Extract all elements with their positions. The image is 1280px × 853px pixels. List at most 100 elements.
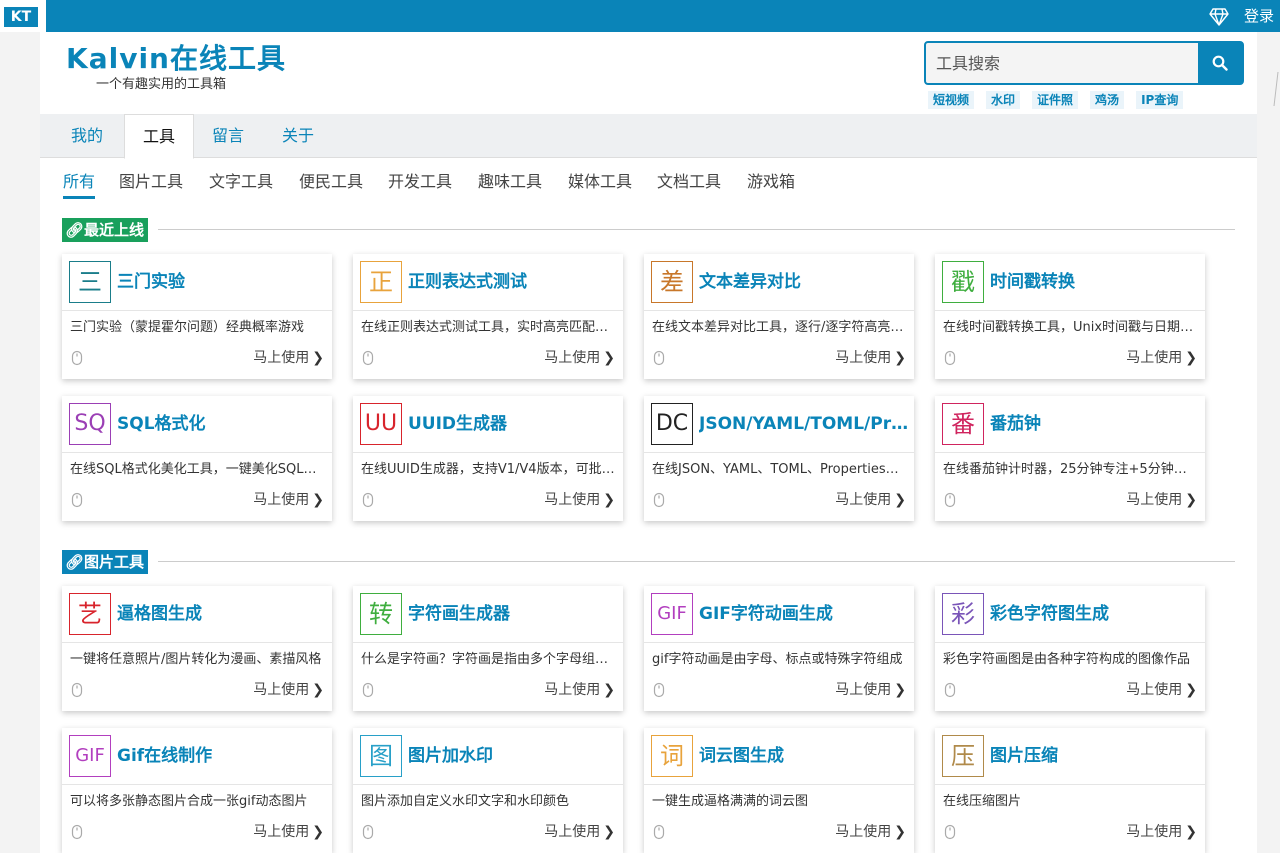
use-now-label: 马上使用 xyxy=(544,350,601,366)
hot-tag[interactable]: 证件照 xyxy=(1032,91,1079,109)
hot-tag[interactable]: 鸡汤 xyxy=(1090,91,1125,109)
tool-card[interactable]: 差文本差异对比在线文本差异对比工具，逐行/逐字符高亮显示马上使用 ❯ xyxy=(644,254,914,379)
category-fun-tools[interactable]: 趣味工具 xyxy=(478,170,542,194)
tool-card[interactable]: 三三门实验三门实验（蒙提霍尔问题）经典概率游戏马上使用 ❯ xyxy=(62,254,332,379)
use-now-button[interactable]: 马上使用 ❯ xyxy=(544,822,615,842)
use-now-button[interactable]: 马上使用 ❯ xyxy=(835,680,906,700)
tool-card[interactable]: 彩彩色字符图生成 彩色字符画图是由各种字符构成的图像作品 马上使用 ❯ xyxy=(935,586,1205,711)
tool-title[interactable]: 彩色字符图生成 xyxy=(990,602,1200,626)
tool-title[interactable]: 词云图生成 xyxy=(699,744,909,768)
use-now-button[interactable]: 马上使用 ❯ xyxy=(1126,348,1197,368)
hot-tag[interactable]: 短视频 xyxy=(928,91,975,109)
category-image-tools[interactable]: 图片工具 xyxy=(119,170,183,194)
tool-card[interactable]: UU UUID生成器 在线UUID生成器，支持V1/V4版本，可批量生成 马上使用 ❯ xyxy=(353,396,623,521)
use-now-button[interactable]: 马上使用 ❯ xyxy=(835,348,906,368)
tool-icon-text: 戳 xyxy=(951,268,975,296)
tool-card-header: GIF GIF字符动画生成 xyxy=(644,586,914,643)
use-now-button[interactable]: 马上使用 ❯ xyxy=(835,490,906,510)
use-now-button[interactable]: 马上使用 ❯ xyxy=(544,490,615,510)
tool-card[interactable]: GIF GIF字符动画生成 gif字符动画是由字母、标点或特殊字符组成 马上使用 ❯ xyxy=(644,586,914,711)
chevron-right-icon: ❯ xyxy=(312,350,324,366)
category-text-tools[interactable]: 文字工具 xyxy=(209,170,273,194)
tool-card-header: 戳时间戳转换 xyxy=(935,254,1205,311)
tool-card[interactable]: 艺逼格图生成 一键将任意照片/图片转化为漫画、素描风格 马上使用 ❯ xyxy=(62,586,332,711)
tool-card[interactable]: 转字符画生成器 什么是字符画？字符画是指由多个字母组成的图 马上使用 ❯ xyxy=(353,586,623,711)
tool-title[interactable]: Gif在线制作 xyxy=(117,744,327,768)
tool-card[interactable]: 词词云图生成 一键生成逼格满满的词云图 马上使用 ❯ xyxy=(644,728,914,853)
tool-card[interactable]: 压图片压缩 在线压缩图片 马上使用 ❯ xyxy=(935,728,1205,853)
section-header: 🔗︎图片工具 xyxy=(62,550,1235,574)
tool-card[interactable]: SQ SQL格式化 在线SQL格式化美化工具，一键美化SQL语句 马上使用 ❯ xyxy=(62,396,332,521)
tool-card[interactable]: DC JSON/YAML/TOML/Properties转换在线JSON、YAML… xyxy=(644,396,914,521)
tool-icon: 三 xyxy=(69,261,111,303)
diamond-icon[interactable] xyxy=(1209,8,1229,26)
tool-title[interactable]: SQL格式化 xyxy=(117,412,327,436)
tool-icon: 压 xyxy=(942,735,984,777)
hot-tag[interactable]: 水印 xyxy=(986,91,1021,109)
use-now-button[interactable]: 马上使用 ❯ xyxy=(1126,822,1197,842)
tool-title[interactable]: 图片加水印 xyxy=(408,744,618,768)
tab-tools[interactable]: 工具 xyxy=(124,114,195,159)
tool-title[interactable]: GIF字符动画生成 xyxy=(699,602,909,626)
tool-icon-text: 彩 xyxy=(951,600,975,628)
tool-card[interactable]: 番番茄钟 在线番茄钟计时器，25分钟专注+5分钟休息 马上使用 ❯ xyxy=(935,396,1205,521)
use-now-button[interactable]: 马上使用 ❯ xyxy=(253,490,324,510)
tab-messages[interactable]: 留言 xyxy=(212,114,244,158)
tool-title[interactable]: 番茄钟 xyxy=(990,412,1200,436)
tool-card[interactable]: GIF Gif在线制作 可以将多张静态图片合成一张gif动态图片 马上使用 ❯ xyxy=(62,728,332,853)
chevron-right-icon: ❯ xyxy=(1185,682,1197,698)
category-dev-tools[interactable]: 开发工具 xyxy=(388,170,452,194)
tool-description: 三门实验（蒙提霍尔问题）经典概率游戏 xyxy=(70,320,305,335)
tool-title[interactable]: 字符画生成器 xyxy=(408,602,618,626)
tool-card[interactable]: 正正则表达式测试 在线正则表达式测试工具，实时高亮匹配结果 马上使用 ❯ xyxy=(353,254,623,379)
tool-description: 图片添加自定义水印文字和水印颜色 xyxy=(361,794,570,809)
use-now-button[interactable]: 马上使用 ❯ xyxy=(835,822,906,842)
category-convenience-tools[interactable]: 便民工具 xyxy=(299,170,363,194)
tool-title[interactable]: UUID生成器 xyxy=(408,412,618,436)
category-game-box[interactable]: 游戏箱 xyxy=(747,170,795,194)
use-now-button[interactable]: 马上使用 ❯ xyxy=(253,348,324,368)
use-now-button[interactable]: 马上使用 ❯ xyxy=(544,348,615,368)
hot-tag[interactable]: IP查询 xyxy=(1136,91,1184,109)
brand-logo[interactable]: Kalvin在线工具 一个有趣实用的工具箱 xyxy=(66,42,286,94)
login-link[interactable]: 登录 xyxy=(1244,6,1274,26)
section-divider xyxy=(158,561,1235,562)
chevron-right-icon: ❯ xyxy=(1185,492,1197,508)
mouse-icon xyxy=(71,824,83,840)
mouse-icon xyxy=(653,492,665,508)
search-box xyxy=(924,41,1244,85)
tool-title[interactable]: 图片压缩 xyxy=(990,744,1200,768)
tool-icon-text: 压 xyxy=(951,742,975,770)
use-now-button[interactable]: 马上使用 ❯ xyxy=(253,822,324,842)
category-all[interactable]: 所有 xyxy=(63,170,96,199)
use-now-button[interactable]: 马上使用 ❯ xyxy=(1126,490,1197,510)
chevron-right-icon: ❯ xyxy=(603,824,615,840)
mouse-icon xyxy=(71,350,83,366)
category-media-tools[interactable]: 媒体工具 xyxy=(568,170,632,194)
tool-title[interactable]: 文本差异对比 xyxy=(699,270,909,294)
chevron-right-icon: ❯ xyxy=(894,350,906,366)
tool-card[interactable]: 图图片加水印 图片添加自定义水印文字和水印颜色 马上使用 ❯ xyxy=(353,728,623,853)
use-now-button[interactable]: 马上使用 ❯ xyxy=(1126,680,1197,700)
tool-icon-text: UU xyxy=(364,411,398,436)
tool-title[interactable]: 正则表达式测试 xyxy=(408,270,618,294)
category-doc-tools[interactable]: 文档工具 xyxy=(657,170,721,194)
tool-icon-text: 差 xyxy=(660,268,684,296)
tool-title[interactable]: 三门实验 xyxy=(117,270,327,294)
tool-title[interactable]: JSON/YAML/TOML/Properties转换 xyxy=(699,412,909,436)
tool-title[interactable]: 逼格图生成 xyxy=(117,602,327,626)
use-now-button[interactable]: 马上使用 ❯ xyxy=(253,680,324,700)
use-now-label: 马上使用 xyxy=(544,682,601,698)
section-title: 🔗︎最近上线 xyxy=(62,218,149,242)
tab-about[interactable]: 关于 xyxy=(282,114,314,158)
site-logo[interactable]: KT xyxy=(0,0,46,32)
tool-card[interactable]: 戳时间戳转换 在线时间戳转换工具，Unix时间戳与日期互转 马上使用 ❯ xyxy=(935,254,1205,379)
search-button[interactable] xyxy=(1198,43,1242,83)
use-now-label: 马上使用 xyxy=(253,492,310,508)
tool-description: 在线文本差异对比工具，逐行/逐字符高亮显示 xyxy=(652,320,908,335)
use-now-button[interactable]: 马上使用 ❯ xyxy=(544,680,615,700)
tool-icon: 彩 xyxy=(942,593,984,635)
search-input[interactable] xyxy=(926,43,1200,83)
tab-mine[interactable]: 我的 xyxy=(71,114,103,158)
tool-title[interactable]: 时间戳转换 xyxy=(990,270,1200,294)
